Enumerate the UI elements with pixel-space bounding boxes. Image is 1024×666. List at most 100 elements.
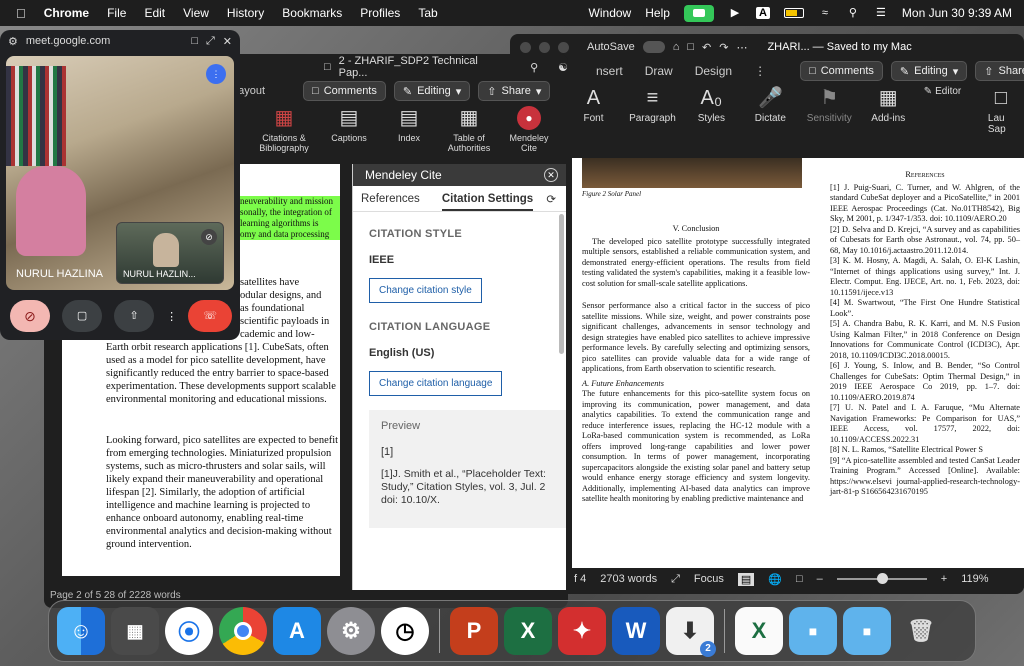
dock-folder-2[interactable]: ■ <box>843 607 891 655</box>
present-button[interactable]: ⇧ <box>114 300 155 332</box>
share-button[interactable]: ⇧Share▾ <box>478 81 551 101</box>
web-layout-icon[interactable]: 🌐 <box>768 573 782 586</box>
status-page[interactable]: f 4 <box>574 573 586 585</box>
ribbon-paragraph[interactable]: ≡ Paragraph <box>629 86 676 124</box>
ribbon-mendeley-cite[interactable]: ● Mendeley Cite <box>502 106 556 153</box>
editing-button[interactable]: ✎ Editing ▾ <box>393 81 471 101</box>
ribbon-editor[interactable]: ✎ Editor <box>924 86 976 97</box>
dock-clock[interactable]: ◷ <box>381 607 429 655</box>
dock-acrobat[interactable]: ✦ <box>558 607 606 655</box>
ribbon-addins[interactable]: ▦ Add-ins <box>865 86 912 124</box>
dock-word[interactable]: W <box>612 607 660 655</box>
dock-excel[interactable]: X <box>504 607 552 655</box>
dock-installer[interactable]: ⬇ 2 <box>666 607 716 657</box>
redo-icon[interactable]: ↷ <box>719 41 728 54</box>
site-settings-icon[interactable]: ⚙ <box>8 35 18 48</box>
spotlight-search-icon[interactable]: ⚲ <box>846 7 860 19</box>
menu-window[interactable]: Window <box>589 6 632 20</box>
dock-app-store[interactable]: A <box>273 607 321 655</box>
menu-file[interactable]: File <box>107 6 126 20</box>
save-icon[interactable]: □ <box>687 41 694 53</box>
more-options-icon[interactable]: ⋮ <box>166 310 177 323</box>
ribbon-table-authorities[interactable]: ▦ Table of Authorities <box>442 106 496 153</box>
tab-references[interactable]: References <box>361 193 420 205</box>
mic-off-button[interactable]: ⊘ <box>10 300 51 332</box>
status-focus[interactable]: Focus <box>694 573 724 585</box>
leave-call-button[interactable]: ☏ <box>188 300 232 332</box>
text-input-icon[interactable]: A <box>755 7 770 19</box>
home-icon[interactable]: ⌂ <box>673 41 680 53</box>
dock-system-settings[interactable]: ⚙ <box>327 607 375 655</box>
zoom-slider[interactable] <box>836 573 927 584</box>
close-icon[interactable]: ✕ <box>544 168 558 182</box>
print-layout-icon[interactable]: ▤ <box>737 572 755 586</box>
search-icon[interactable]: ⚲ <box>530 61 538 74</box>
wifi-icon[interactable]: ≈ <box>818 7 832 19</box>
status-zoom[interactable]: 119% <box>961 573 988 585</box>
ribbon-launch[interactable]: □ Lau Sap <box>988 86 1014 135</box>
dock-launchpad[interactable]: ▦ <box>111 607 159 655</box>
play-icon[interactable]: ▶ <box>728 7 742 19</box>
ribbon-dictate[interactable]: 🎤 Dictate <box>747 86 794 124</box>
refresh-icon[interactable]: ⟳ <box>546 192 556 206</box>
close-icon[interactable]: ✕ <box>223 35 232 48</box>
highlight-line: omy and data processing <box>240 229 330 239</box>
ribbon-citations[interactable]: ▦ Citations & Bibliography <box>252 106 316 153</box>
body-line: cademic and low- <box>240 329 315 340</box>
share-button[interactable]: ⇧Share▾ <box>975 61 1024 81</box>
dock-folder[interactable]: ■ <box>789 607 837 655</box>
undo-icon[interactable]: ↶ <box>702 41 711 54</box>
meet-camera-icon[interactable] <box>683 4 714 22</box>
tab-more-icon[interactable]: ⋮ <box>754 64 766 78</box>
ribbon-font[interactable]: A Font <box>570 86 617 124</box>
ribbon-styles[interactable]: A₀ Styles <box>688 86 735 124</box>
menu-profiles[interactable]: Profiles <box>360 6 400 20</box>
zoom-in-icon[interactable]: + <box>941 573 947 585</box>
window-zoom-button[interactable] <box>558 41 569 53</box>
focus-icon[interactable]: ⤢ <box>671 573 680 586</box>
comments-button[interactable]: □ Comments <box>303 81 386 101</box>
change-citation-style-button[interactable]: Change citation style <box>369 278 482 303</box>
dock-trash[interactable]: 🗑 <box>897 607 945 655</box>
ribbon-index[interactable]: ▤ Index <box>382 106 436 143</box>
menu-bookmarks[interactable]: Bookmarks <box>282 6 342 20</box>
change-citation-language-button[interactable]: Change citation language <box>369 371 503 396</box>
dock-powerpoint[interactable]: P <box>450 607 498 655</box>
autosave-toggle[interactable] <box>642 41 665 53</box>
menu-app-name[interactable]: Chrome <box>44 6 89 20</box>
tab-insert[interactable]: nsert <box>596 64 623 78</box>
ribbon-sensitivity[interactable]: ⚑ Sensitivity <box>806 86 853 124</box>
read-mode-icon[interactable]: □ <box>796 573 803 585</box>
tab-design[interactable]: Design <box>695 64 732 78</box>
document-page-right[interactable]: Figure 2 Solar Panel V. Conclusion The d… <box>572 158 1024 568</box>
tab-citation-settings[interactable]: Citation Settings <box>441 193 534 211</box>
window-minimize-button[interactable] <box>539 41 550 53</box>
menu-help[interactable]: Help <box>645 6 670 20</box>
collab-icon[interactable]: ☯ <box>558 61 568 74</box>
camera-button[interactable]: ▢ <box>62 300 103 332</box>
battery-icon[interactable] <box>783 8 804 18</box>
control-center-icon[interactable]: ☰ <box>874 7 888 19</box>
dock-safari[interactable]: ⦿ <box>165 607 213 655</box>
expand-icon[interactable]: ⤢ <box>206 35 215 48</box>
zoom-out-icon[interactable]: – <box>817 573 823 585</box>
dock-excel-document[interactable]: X <box>735 607 783 655</box>
menu-tab[interactable]: Tab <box>418 6 437 20</box>
more-icon[interactable]: ⋯ <box>736 41 747 54</box>
menu-history[interactable]: History <box>227 6 264 20</box>
ribbon-captions[interactable]: ▤ Captions <box>322 106 376 143</box>
comments-button[interactable]: □ Comments <box>800 61 883 81</box>
dock-chrome[interactable] <box>219 607 267 655</box>
apple-icon[interactable]:  <box>16 6 26 21</box>
dock-finder[interactable]: ☺ <box>57 607 105 655</box>
menu-datetime[interactable]: Mon Jun 30 9:39 AM <box>902 6 1012 20</box>
status-words[interactable]: 2703 words <box>600 573 657 585</box>
menu-view[interactable]: View <box>183 6 209 20</box>
tab-draw[interactable]: Draw <box>645 64 673 78</box>
window-close-button[interactable] <box>520 41 531 53</box>
excel-icon: X <box>520 618 536 643</box>
menu-edit[interactable]: Edit <box>144 6 165 20</box>
camera-toggle-icon[interactable]: □ <box>191 35 198 47</box>
mendeley-scrollbar[interactable] <box>559 214 564 354</box>
editing-button[interactable]: ✎ Editing ▾ <box>890 61 968 81</box>
